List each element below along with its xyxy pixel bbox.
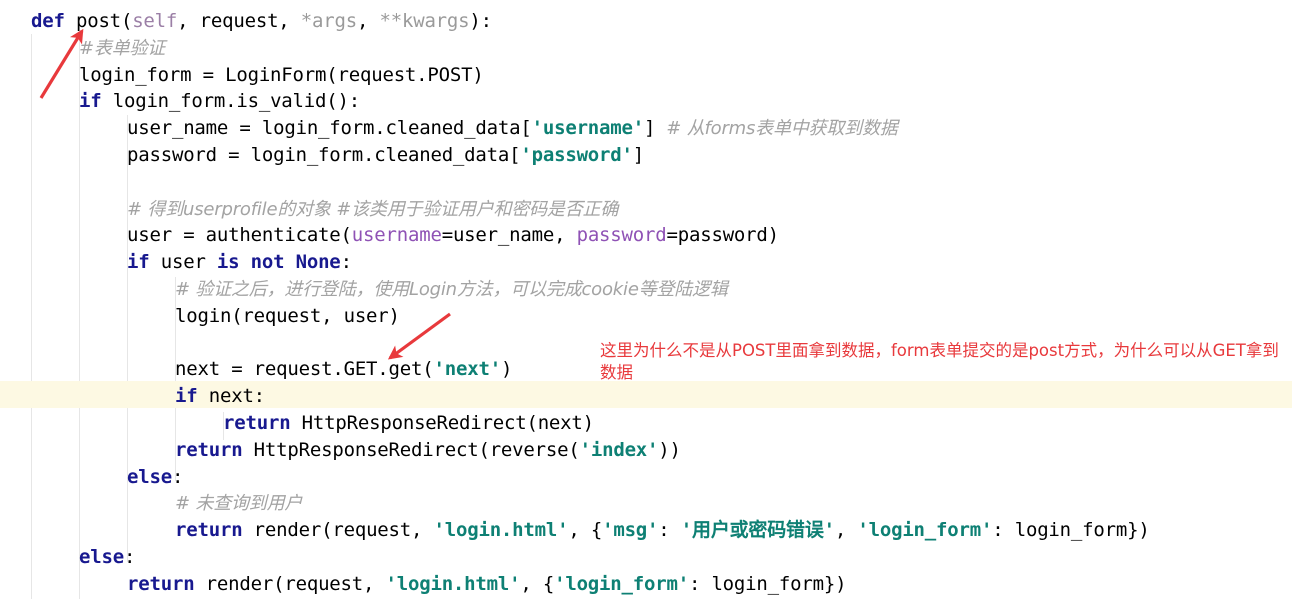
code-token-plain: , request, <box>177 10 301 32</box>
code-token-plain: HttpResponseRedirect(next) <box>290 412 594 434</box>
code-line[interactable]: else: <box>127 464 183 491</box>
code-token-plain: user = authenticate( <box>127 224 352 247</box>
code-token-plain: )) <box>658 438 681 461</box>
code-token-plain: =user_name, <box>441 224 577 247</box>
code-line[interactable]: password = login_form.cleaned_data['pass… <box>127 142 644 169</box>
code-token-plain: next: <box>197 385 265 408</box>
code-token-str: 'password' <box>520 144 633 166</box>
code-token-str: 'username' <box>531 117 645 140</box>
code-token-plain: HttpResponseRedirect(reverse( <box>242 438 580 461</box>
code-token-param: password <box>576 224 667 247</box>
code-token-fn: post <box>75 10 121 32</box>
code-token-kw: is not None <box>216 251 341 274</box>
code-token-kw: def <box>31 10 65 32</box>
code-token-plain: : login_form}) <box>688 572 847 595</box>
code-token-plain: =password) <box>666 224 780 247</box>
code-token-str: 'login.html' <box>385 572 521 595</box>
code-token-plain: login_form = LoginForm(request.POST) <box>79 63 484 86</box>
code-token-plain: user_name = login_form.cleaned_data[ <box>127 117 532 140</box>
code-token-str: 'login_form' <box>857 519 993 542</box>
code-token-param: username <box>351 224 442 247</box>
code-line[interactable]: next = request.GET.get('next') <box>175 356 512 383</box>
code-line[interactable]: if login_form.is_valid(): <box>79 88 360 115</box>
code-token-plain: render(request, <box>242 519 434 542</box>
code-line[interactable]: # 未查询到用户 <box>175 490 302 517</box>
code-token-plain: user <box>149 251 217 274</box>
code-token-plain: ( <box>120 10 133 32</box>
code-token-plain: : <box>123 546 136 568</box>
code-token-plain: : <box>171 465 184 488</box>
code-token-kw: if <box>79 90 102 113</box>
code-token-str: 'login_form' <box>554 572 689 595</box>
code-token-plain: , <box>834 519 858 542</box>
code-token-kw: return <box>223 412 291 434</box>
code-line[interactable]: return render(request, 'login.html', {'l… <box>127 571 847 598</box>
code-line[interactable]: login(request, user) <box>175 303 400 330</box>
code-token-plain: : <box>340 251 352 274</box>
code-line[interactable]: else: <box>79 544 135 571</box>
code-token-plain: login(request, user) <box>175 304 400 327</box>
code-line[interactable]: return HttpResponseRedirect(next) <box>223 410 594 437</box>
code-token-self: self <box>132 10 178 32</box>
arrow-to-comment <box>39 28 84 99</box>
code-line[interactable]: if user is not None: <box>127 249 352 276</box>
code-token-kw: else <box>79 546 124 568</box>
code-token-plain: , <box>357 10 380 32</box>
code-token-cmt: #表单验证 <box>79 37 166 59</box>
code-line[interactable]: user_name = login_form.cleaned_data['use… <box>127 115 898 142</box>
code-token-cmt: # 从forms表单中获取到数据 <box>655 118 898 140</box>
code-token-str: 'login.html' <box>433 519 569 542</box>
code-line[interactable]: # 得到userprofile的对象 #该类用于验证用户和密码是否正确 <box>127 196 618 223</box>
code-token-kw: return <box>127 572 195 595</box>
indent-guide <box>79 34 80 599</box>
code-token-plain: login_form.is_valid(): <box>101 90 360 113</box>
code-token-plain: ) <box>500 358 513 381</box>
code-token-plain: : <box>658 519 681 542</box>
code-token-plain: , { <box>568 519 603 542</box>
code-token-cmt: # 得到userprofile的对象 #该类用于验证用户和密码是否正确 <box>127 198 619 220</box>
code-token-plain: ] <box>644 117 656 140</box>
code-line[interactable]: def post(self, request, *args, **kwargs)… <box>31 8 492 35</box>
code-token-gray: *args <box>300 10 357 32</box>
code-token-plain: next = request.GET.get( <box>175 358 434 381</box>
code-line[interactable]: if next: <box>175 383 265 410</box>
code-token-plain: ): <box>469 10 492 32</box>
code-token-kw: return <box>175 519 243 542</box>
code-line[interactable]: return HttpResponseRedirect(reverse('ind… <box>175 437 681 464</box>
code-token-plain: password = login_form.cleaned_data[ <box>127 144 521 166</box>
code-token-plain: render(request, <box>194 572 386 595</box>
indent-guide <box>127 115 128 562</box>
code-token-kw: else <box>127 465 172 488</box>
code-token-cmt: # 验证之后，进行登陆，使用Login方法，可以完成cookie等登陆逻辑 <box>175 279 728 300</box>
code-token-plain: : login_form}) <box>992 519 1150 542</box>
code-token-str: 'next' <box>433 358 502 381</box>
code-token-plain: , { <box>520 572 555 595</box>
code-line[interactable]: return render(request, 'login.html', {'m… <box>175 517 1150 544</box>
code-token-str: 'msg' <box>602 519 659 542</box>
code-token-kw: if <box>127 251 150 274</box>
code-token-kw: if <box>175 385 198 408</box>
code-line[interactable]: login_form = LoginForm(request.POST) <box>79 62 484 89</box>
red-annotation-text: 这里为什么不是从POST里面拿到数据，form表单提交的是post方式，为什么可… <box>600 341 1279 382</box>
code-token-str: 'index' <box>579 438 659 461</box>
code-token-cmt: # 未查询到用户 <box>175 493 303 515</box>
code-line[interactable]: user = authenticate(username=user_name, … <box>127 222 779 249</box>
code-line[interactable]: #表单验证 <box>79 35 165 62</box>
code-line[interactable]: # 验证之后，进行登陆，使用Login方法，可以完成cookie等登陆逻辑 <box>175 276 728 303</box>
code-token-kw: return <box>175 438 243 461</box>
code-token-str: '用户或密码错误' <box>680 519 835 542</box>
code-editor-surface[interactable]: def post(self, request, *args, **kwargs)… <box>0 0 1292 599</box>
code-token-plain: ] <box>632 144 645 166</box>
code-token-gray: **kwargs <box>379 10 470 32</box>
indent-guide <box>31 34 32 599</box>
